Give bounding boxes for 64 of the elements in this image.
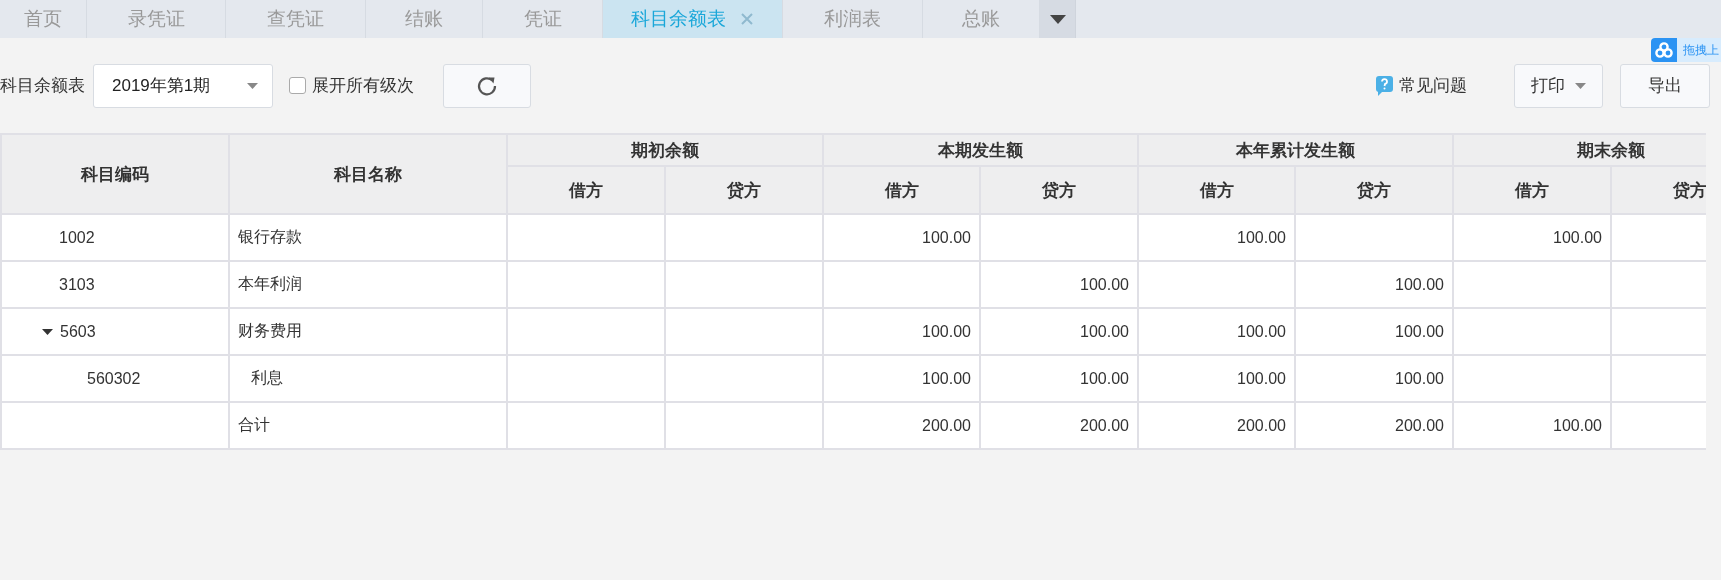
amount-cell: 100.00 [1295, 308, 1453, 355]
column-header: 借方 [1138, 166, 1295, 214]
refresh-button[interactable] [443, 63, 531, 108]
column-header: 借方 [1453, 166, 1611, 214]
column-header: 贷方 [1611, 166, 1706, 214]
amount-cell: 100.00 [980, 261, 1138, 308]
amount-cell: 100.00 [823, 355, 980, 402]
help-icon [1376, 75, 1393, 96]
amount-cell: 100.00 [823, 214, 980, 261]
caret-icon [247, 82, 258, 89]
column-header: 贷方 [1295, 166, 1453, 214]
tab[interactable]: 录凭证 [87, 0, 226, 38]
account-code: 3103 [59, 275, 95, 294]
column-group-header: 期末余额 [1453, 134, 1706, 166]
amount-cell: 100.00 [823, 308, 980, 355]
amount-cell: 200.00 [980, 402, 1138, 449]
amount-cell: 100.00 [1453, 214, 1611, 261]
column-group-header: 期初余额 [507, 134, 823, 166]
period-select[interactable]: 2019年第1期 [93, 63, 273, 108]
amount-cell: 100.00 [1453, 402, 1611, 449]
column-header: 贷方 [980, 166, 1138, 214]
page-title: 科目余额表 [0, 75, 85, 97]
tab[interactable]: 科目余额表 [603, 0, 783, 38]
account-name: 本年利润 [238, 275, 302, 292]
amount-cell: 100.00 [1295, 355, 1453, 402]
amount-cell: 100.00 [1138, 355, 1295, 402]
caret-icon [1049, 14, 1066, 24]
amount-cell: 100.00 [980, 355, 1138, 402]
checkbox[interactable] [289, 77, 306, 94]
tab[interactable]: 查凭证 [226, 0, 366, 38]
amount-cell: 200.00 [1295, 402, 1453, 449]
tab[interactable]: 结账 [366, 0, 483, 38]
checkbox-label: 展开所有级次 [312, 75, 414, 97]
column-header: 借方 [823, 166, 980, 214]
print-button[interactable]: 打印 [1514, 63, 1603, 108]
account-name: 合计 [238, 416, 270, 433]
column-header: 借方 [507, 166, 665, 214]
column-group-header: 本期发生额 [823, 134, 1138, 166]
account-code: 5603 [60, 322, 96, 341]
column-group-header: 本年累计发生额 [1138, 134, 1453, 166]
account-name: 银行存款 [238, 228, 302, 245]
account-code: 560302 [87, 369, 141, 388]
export-button[interactable]: 导出 [1620, 63, 1710, 108]
cloud-icon [1655, 42, 1673, 58]
column-header: 贷方 [665, 166, 823, 214]
refresh-icon [476, 74, 498, 97]
help-link[interactable]: 常见问题 [1399, 74, 1467, 97]
account-code: 1002 [59, 228, 95, 247]
column-header: 科目编码 [1, 134, 229, 214]
amount-cell: 200.00 [1138, 402, 1295, 449]
amount-cell: 100.00 [980, 308, 1138, 355]
more-tabs-button[interactable] [1040, 0, 1076, 38]
account-name: 利息 [251, 369, 283, 386]
amount-cell: 100.00 [1138, 308, 1295, 355]
account-name: 财务费用 [238, 322, 302, 339]
tab[interactable]: 利润表 [783, 0, 923, 38]
collapse-caret-icon[interactable] [42, 328, 53, 335]
tab[interactable]: 首页 [0, 0, 87, 38]
amount-cell: 100.00 [1138, 214, 1295, 261]
caret-icon [1575, 82, 1586, 89]
amount-cell: 100.00 [1295, 261, 1453, 308]
upload-badge[interactable]: 拖拽上 [1651, 38, 1721, 62]
amount-cell: 200.00 [823, 402, 980, 449]
column-header: 科目名称 [229, 134, 507, 214]
